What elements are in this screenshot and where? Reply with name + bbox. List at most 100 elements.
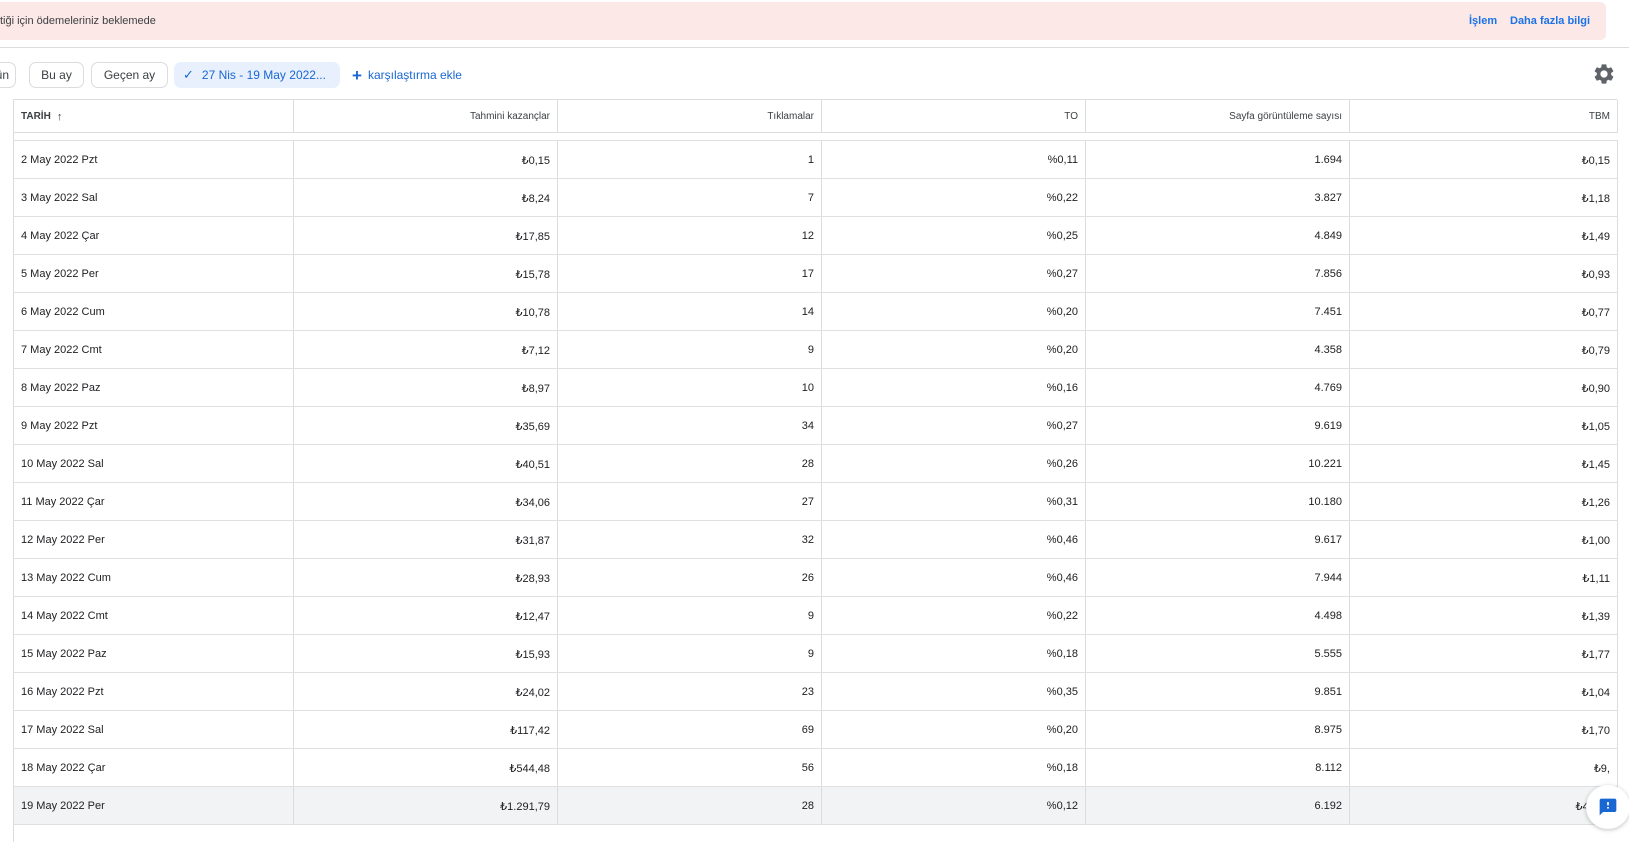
estimated-earnings-cell: ₺117,42 <box>294 711 558 749</box>
cpc-cell: ₺1,05 <box>1350 407 1618 445</box>
gear-icon[interactable] <box>1592 62 1616 86</box>
clicks-cell: 28 <box>558 445 822 483</box>
cpc-cell: ₺1,04 <box>1350 673 1618 711</box>
column-header-date[interactable]: TARİH ↑ <box>14 100 294 133</box>
date-chip-partial[interactable]: ün <box>0 62 16 88</box>
table-row: 8 May 2022 Paz ₺8,97 10 %0,16 4.769 ₺0,90 <box>14 368 1618 407</box>
payment-hold-banner: tiği için ödemeleriniz beklemede İşlem D… <box>0 2 1606 40</box>
table-row: 14 May 2022 Cmt ₺12,47 9 %0,22 4.498 ₺1,39 <box>14 596 1618 635</box>
ctr-cell: %0,25 <box>822 217 1086 255</box>
cpc-cell: ₺1,11 <box>1350 559 1618 597</box>
estimated-earnings-cell: ₺7,12 <box>294 331 558 369</box>
table-row: 6 May 2022 Cum ₺10,78 14 %0,20 7.451 ₺0,77 <box>14 292 1618 331</box>
check-icon: ✓ <box>183 67 194 82</box>
ctr-cell: %0,12 <box>822 787 1086 825</box>
cpc-cell: ₺9, <box>1350 749 1618 787</box>
clicks-cell: 17 <box>558 255 822 293</box>
date-cell: 4 May 2022 Çar <box>14 217 294 255</box>
estimated-earnings-cell: ₺28,93 <box>294 559 558 597</box>
clicks-cell: 23 <box>558 673 822 711</box>
ctr-cell: %0,22 <box>822 179 1086 217</box>
clicks-cell: 34 <box>558 407 822 445</box>
add-comparison-label: karşılaştırma ekle <box>367 68 462 82</box>
ctr-cell: %0,35 <box>822 673 1086 711</box>
table-header: TARİH ↑ Tahmini kazançlar Tıklamalar TO … <box>14 100 1618 133</box>
estimated-earnings-cell: ₺8,97 <box>294 369 558 407</box>
table-row: 19 May 2022 Per₺1.291,7928%0,126.192₺46,… <box>14 786 1618 825</box>
cpc-cell: ₺0,77 <box>1350 293 1618 331</box>
cpc-cell: ₺0,93 <box>1350 255 1618 293</box>
page-views-cell: 9.619 <box>1086 407 1350 445</box>
clicks-cell: 12 <box>558 217 822 255</box>
column-header-page-views[interactable]: Sayfa görüntüleme sayısı <box>1086 100 1350 133</box>
date-cell: 8 May 2022 Paz <box>14 369 294 407</box>
ctr-cell: %0,27 <box>822 407 1086 445</box>
cpc-cell: ₺1,39 <box>1350 597 1618 635</box>
feedback-button[interactable] <box>1586 785 1629 829</box>
table-row: 10 May 2022 Sal ₺40,51 28 %0,26 10.221 ₺1,45 <box>14 444 1618 483</box>
ctr-cell: %0,26 <box>822 445 1086 483</box>
ctr-cell: %0,20 <box>822 331 1086 369</box>
page-views-cell: 6.192 <box>1086 787 1350 825</box>
estimated-earnings-cell: ₺1.291,79 <box>294 787 558 825</box>
table-row: 4 May 2022 Çar ₺17,85 12 %0,25 4.849 ₺1,49 <box>14 216 1618 255</box>
column-header-clicks[interactable]: Tıklamalar <box>558 100 822 133</box>
table-row: 3 May 2022 Sal ₺8,24 7 %0,22 3.827 ₺1,18 <box>14 178 1618 217</box>
table-row: 13 May 2022 Cum ₺28,93 26 %0,46 7.944 ₺1,11 <box>14 558 1618 597</box>
estimated-earnings-cell: ₺8,24 <box>294 179 558 217</box>
cpc-cell: ₺0,15 <box>1350 141 1618 179</box>
estimated-earnings-cell: ₺31,87 <box>294 521 558 559</box>
page-views-cell: 7.944 <box>1086 559 1350 597</box>
ctr-cell: %0,22 <box>822 597 1086 635</box>
table-row: 11 May 2022 Çar ₺34,06 27 %0,31 10.180 ₺1,26 <box>14 482 1618 521</box>
estimated-earnings-cell: ₺544,48 <box>294 749 558 787</box>
date-cell: 18 May 2022 Çar <box>14 749 294 787</box>
cpc-cell: ₺1,70 <box>1350 711 1618 749</box>
estimated-earnings-cell: ₺0,15 <box>294 141 558 179</box>
column-header-ctr[interactable]: TO <box>822 100 1086 133</box>
page-views-cell: 3.827 <box>1086 179 1350 217</box>
estimated-earnings-cell: ₺35,69 <box>294 407 558 445</box>
page-views-cell: 1.694 <box>1086 141 1350 179</box>
cpc-cell: ₺1,77 <box>1350 635 1618 673</box>
table-row: 9 May 2022 Pzt ₺35,69 34 %0,27 9.619 ₺1,05 <box>14 406 1618 445</box>
column-header-estimated-earnings[interactable]: Tahmini kazançlar <box>294 100 558 133</box>
cpc-cell: ₺1,49 <box>1350 217 1618 255</box>
ctr-cell: %0,20 <box>822 711 1086 749</box>
clicks-cell: 14 <box>558 293 822 331</box>
earnings-table: TARİH ↑ Tahmini kazançlar Tıklamalar TO … <box>13 99 1618 842</box>
column-header-date-label: TARİH <box>21 111 51 122</box>
table-row: 18 May 2022 Çar ₺544,48 56 %0,18 8.112 ₺9, <box>14 748 1618 787</box>
ctr-cell: %0,20 <box>822 293 1086 331</box>
date-cell: 9 May 2022 Pzt <box>14 407 294 445</box>
date-range-selected-chip[interactable]: ✓ 27 Nis - 19 May 2022... <box>174 62 340 88</box>
ctr-cell: %0,27 <box>822 255 1086 293</box>
banner-more-info-link[interactable]: Daha fazla bilgi <box>1510 15 1590 27</box>
estimated-earnings-cell: ₺12,47 <box>294 597 558 635</box>
clicks-cell: 9 <box>558 635 822 673</box>
estimated-earnings-cell: ₺40,51 <box>294 445 558 483</box>
clicks-cell: 7 <box>558 179 822 217</box>
table-row: 12 May 2022 Per ₺31,87 32 %0,46 9.617 ₺1,00 <box>14 520 1618 559</box>
banner-message: tiği için ödemeleriniz beklemede <box>0 15 156 27</box>
clicks-cell: 56 <box>558 749 822 787</box>
page-views-cell: 10.221 <box>1086 445 1350 483</box>
estimated-earnings-cell: ₺10,78 <box>294 293 558 331</box>
page-views-cell: 7.451 <box>1086 293 1350 331</box>
ctr-cell: %0,31 <box>822 483 1086 521</box>
ctr-cell: %0,16 <box>822 369 1086 407</box>
date-cell: 12 May 2022 Per <box>14 521 294 559</box>
cpc-cell: ₺1,00 <box>1350 521 1618 559</box>
banner-action-link[interactable]: İşlem <box>1469 15 1497 27</box>
page-views-cell: 4.498 <box>1086 597 1350 635</box>
date-chip-this-month[interactable]: Bu ay <box>29 62 84 88</box>
date-chip-last-month[interactable]: Geçen ay <box>91 62 168 88</box>
sort-arrow-up-icon: ↑ <box>56 110 63 123</box>
table-row: 2 May 2022 Pzt ₺0,15 1 %0,11 1.694 ₺0,15 <box>14 140 1618 179</box>
column-header-cpc[interactable]: TBM <box>1350 100 1618 133</box>
cpc-cell: ₺1,26 <box>1350 483 1618 521</box>
add-comparison-button[interactable]: + karşılaştırma ekle <box>352 62 462 88</box>
clicks-cell: 69 <box>558 711 822 749</box>
clicks-cell: 28 <box>558 787 822 825</box>
page-views-cell: 10.180 <box>1086 483 1350 521</box>
